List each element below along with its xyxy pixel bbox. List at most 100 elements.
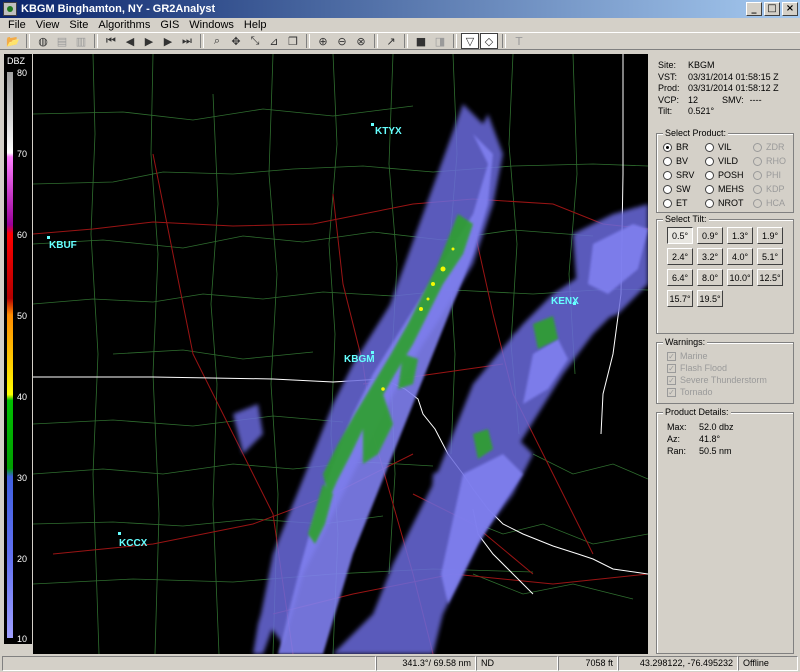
tilt-button[interactable]: 0.9° — [697, 227, 723, 244]
product-group-title: Select Product: — [663, 128, 729, 138]
color-legend-tick: 70 — [17, 149, 28, 159]
tilt-group-title: Select Tilt: — [663, 214, 709, 224]
tilt-button[interactable]: 8.0° — [697, 269, 723, 286]
menu-windows[interactable]: Windows — [184, 19, 239, 31]
color-legend-tick: 80 — [17, 68, 28, 78]
product-radio-zdr: ZDR — [753, 142, 785, 152]
site-key: Site: — [658, 60, 677, 70]
split-icon[interactable]: ◨ — [431, 33, 449, 49]
product-radio-mehs[interactable]: MEHS — [705, 184, 744, 194]
diamond-icon[interactable]: ◇ — [480, 33, 498, 49]
close-button[interactable]: × — [782, 2, 798, 16]
product-radio-br[interactable]: BR — [663, 142, 689, 152]
toolbar-separator — [26, 34, 30, 48]
tilt-button[interactable]: 5.1° — [757, 248, 783, 265]
pan-icon[interactable]: ✥ — [227, 33, 245, 49]
color-legend-tick: 40 — [17, 392, 28, 402]
play-icon[interactable]: ▶ — [140, 33, 158, 49]
site-label-kbgm[interactable]: KBGM — [344, 354, 375, 365]
warning-check-severe-thunderstorm: ✓ Severe Thunderstorm — [667, 375, 767, 385]
text-tool-icon[interactable]: T — [510, 33, 528, 49]
details-group: Product Details: Max: 52.0 dbz Az: 41.8° R… — [656, 407, 794, 654]
toolbar-separator — [94, 34, 98, 48]
site-label-kenx[interactable]: KENX — [551, 296, 579, 307]
site-value: KBGM — [688, 60, 715, 70]
color-legend-strip — [7, 72, 13, 638]
tilt-button[interactable]: 12.5° — [757, 269, 783, 286]
smv-value: ---- — [749, 94, 762, 105]
toolbar-separator — [453, 34, 457, 48]
toolbar-separator — [404, 34, 408, 48]
toolbar-separator — [306, 34, 310, 48]
radar-map[interactable]: KTYX KBUF KBGM KENX KCCX — [33, 54, 648, 654]
menu-view[interactable]: View — [31, 19, 65, 31]
paste-icon[interactable]: ▥ — [72, 33, 90, 49]
tilt-key: Tilt: — [658, 106, 673, 117]
site-label-ktyx[interactable]: KTYX — [375, 126, 402, 137]
zoom-out-icon[interactable]: ⊖ — [333, 33, 351, 49]
product-radio-srv[interactable]: SRV — [663, 170, 694, 180]
ran-value: 50.5 nm — [699, 446, 732, 456]
product-radio-vild[interactable]: VILD — [705, 156, 738, 166]
color-legend-tick: 50 — [17, 311, 28, 321]
tilt-button[interactable]: 10.0° — [727, 269, 753, 286]
cross-section-icon[interactable]: ⊿ — [265, 33, 283, 49]
site-label-kccx[interactable]: KCCX — [119, 538, 147, 549]
zoom-in-icon[interactable]: ⊕ — [314, 33, 332, 49]
tilt-button[interactable]: 6.4° — [667, 269, 693, 286]
measure-icon[interactable]: ⤡ — [246, 33, 264, 49]
minimize-button[interactable]: _ — [746, 2, 762, 16]
zoom-reset-icon[interactable]: ⊗ — [352, 33, 370, 49]
radar-map-canvas[interactable] — [33, 54, 648, 654]
product-radio-et[interactable]: ET — [663, 198, 688, 208]
menu-gis[interactable]: GIS — [155, 19, 184, 31]
storm-track-icon[interactable]: ▽ — [461, 33, 479, 49]
last-frame-icon[interactable]: ⏭ — [178, 33, 196, 49]
max-value: 52.0 dbz — [699, 422, 734, 432]
product-radio-hca: HCA — [753, 198, 785, 208]
first-frame-icon[interactable]: ⏮ — [102, 33, 120, 49]
pointer-icon[interactable]: ↗ — [382, 33, 400, 49]
menu-algorithms[interactable]: Algorithms — [93, 19, 155, 31]
vcp-value: 12 — [688, 94, 699, 105]
product-radio-nrot[interactable]: NROT — [705, 198, 744, 208]
product-radio-posh[interactable]: POSH — [705, 170, 744, 180]
stop-icon[interactable]: ■ — [412, 33, 430, 49]
tilt-button[interactable]: 1.9° — [757, 227, 783, 244]
product-radio-sw[interactable]: SW — [663, 184, 691, 194]
az-key: Az: — [667, 434, 681, 444]
tilt-button[interactable]: 0.5° — [667, 227, 693, 244]
tilt-button[interactable]: 19.5° — [697, 290, 723, 307]
tilt-button[interactable]: 4.0° — [727, 248, 753, 265]
open-folder-icon[interactable]: 📂 — [4, 33, 22, 49]
product-radio-vil[interactable]: VIL — [705, 142, 732, 152]
color-legend-tick: 30 — [17, 473, 28, 483]
prod-key: Prod: — [658, 83, 680, 94]
menu-bar: File View Site Algorithms GIS Windows He… — [0, 18, 800, 32]
tilt-button[interactable]: 3.2° — [697, 248, 723, 265]
site-label-kbuf[interactable]: KBUF — [49, 240, 77, 251]
zoom-icon[interactable]: ⌕ — [208, 33, 226, 49]
maximize-button[interactable]: □ — [764, 2, 780, 16]
smv-key: SMV: — [722, 94, 744, 105]
next-frame-icon[interactable]: ▶ — [159, 33, 177, 49]
tilt-button[interactable]: 15.7° — [667, 290, 693, 307]
window-title: KBGM Binghamton, NY - GR2Analyst — [21, 3, 216, 15]
menu-site[interactable]: Site — [64, 19, 93, 31]
product-radio-bv[interactable]: BV — [663, 156, 688, 166]
prev-frame-icon[interactable]: ◀ — [121, 33, 139, 49]
status-coordinates: 43.298122, -76.495232 — [618, 656, 738, 671]
copy-icon[interactable]: ▤ — [53, 33, 71, 49]
color-legend-tick: 60 — [17, 230, 28, 240]
menu-help[interactable]: Help — [239, 19, 272, 31]
title-bar: KBGM Binghamton, NY - GR2Analyst _ □ × — [0, 0, 800, 18]
menu-file[interactable]: File — [3, 19, 31, 31]
tilt-button[interactable]: 2.4° — [667, 248, 693, 265]
tilt-button[interactable]: 1.3° — [727, 227, 753, 244]
status-mode: Offline — [738, 656, 798, 671]
globe-icon[interactable]: ◍ — [34, 33, 52, 49]
toolbar-separator — [502, 34, 506, 48]
status-height: 7058 ft — [558, 656, 618, 671]
toolbar: 📂 ◍ ▤ ▥ ⏮ ◀ ▶ ▶ ⏭ ⌕ ✥ ⤡ ⊿ ❐ ⊕ ⊖ ⊗ ↗ ■ ◨ … — [0, 32, 800, 50]
layers-icon[interactable]: ❐ — [284, 33, 302, 49]
